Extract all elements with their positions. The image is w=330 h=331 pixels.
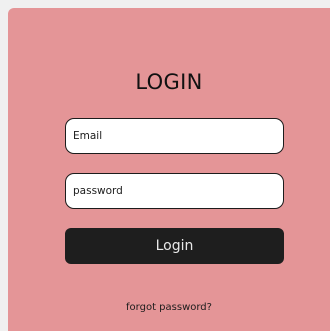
forgot-password-link[interactable]: forgot password? [8, 302, 330, 313]
email-field[interactable] [65, 118, 284, 154]
password-field[interactable] [65, 173, 284, 209]
login-card: LOGIN Login forgot password? [8, 8, 330, 331]
login-button[interactable]: Login [65, 228, 284, 264]
login-title: LOGIN [135, 70, 203, 94]
